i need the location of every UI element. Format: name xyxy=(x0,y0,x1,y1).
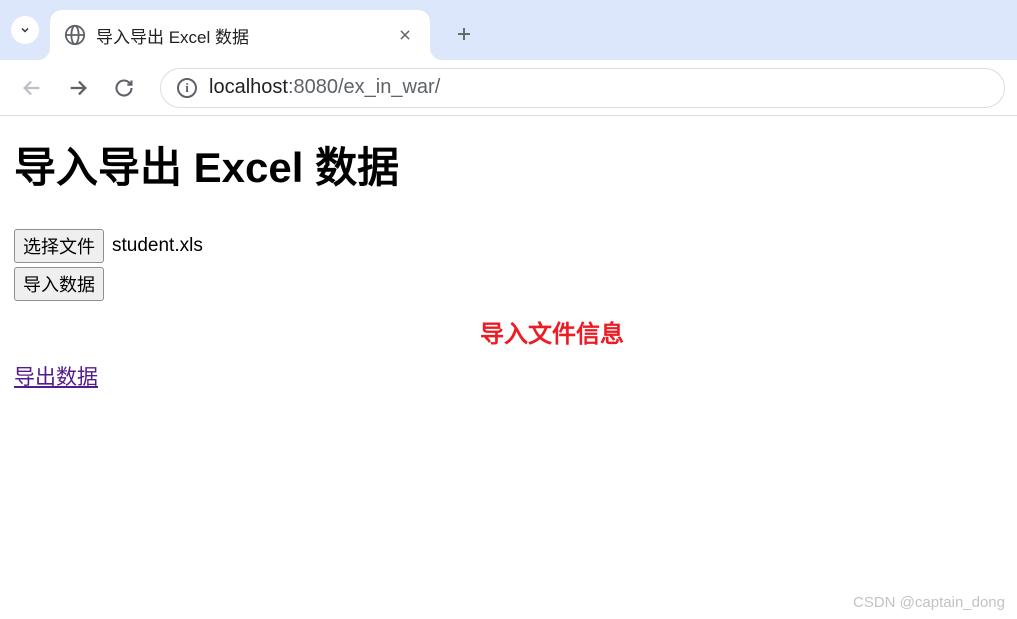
site-info-icon[interactable]: i xyxy=(177,78,197,98)
new-tab-button[interactable] xyxy=(444,14,484,54)
export-link[interactable]: 导出数据 xyxy=(14,361,98,391)
choose-file-button[interactable]: 选择文件 xyxy=(14,229,104,263)
url-text: localhost:8080/ex_in_war/ xyxy=(209,76,440,99)
chevron-down-icon xyxy=(11,16,39,44)
watermark: CSDN @captain_dong xyxy=(853,594,1005,611)
address-bar[interactable]: i localhost:8080/ex_in_war/ xyxy=(160,68,1005,108)
import-button[interactable]: 导入数据 xyxy=(14,267,104,301)
file-input-row: 选择文件 student.xls xyxy=(14,229,1003,263)
selected-filename: student.xls xyxy=(112,235,203,257)
browser-toolbar: i localhost:8080/ex_in_war/ xyxy=(0,60,1017,116)
annotation-label: 导入文件信息 xyxy=(480,314,624,349)
browser-tab[interactable]: 导入导出 Excel 数据 xyxy=(50,10,430,60)
globe-icon xyxy=(64,24,86,46)
url-host: localhost xyxy=(209,76,288,98)
page-title: 导入导出 Excel 数据 xyxy=(14,134,1003,195)
reload-button[interactable] xyxy=(104,68,144,108)
forward-button[interactable] xyxy=(58,68,98,108)
page-content: 导入导出 Excel 数据 选择文件 student.xls 导入数据 导出数据 xyxy=(0,116,1017,409)
back-button[interactable] xyxy=(12,68,52,108)
tab-title: 导入导出 Excel 数据 xyxy=(96,23,394,48)
close-icon[interactable] xyxy=(394,24,416,46)
url-path: /ex_in_war/ xyxy=(338,76,440,98)
browser-tab-strip: 导入导出 Excel 数据 xyxy=(0,0,1017,60)
url-port: :8080 xyxy=(288,76,338,98)
